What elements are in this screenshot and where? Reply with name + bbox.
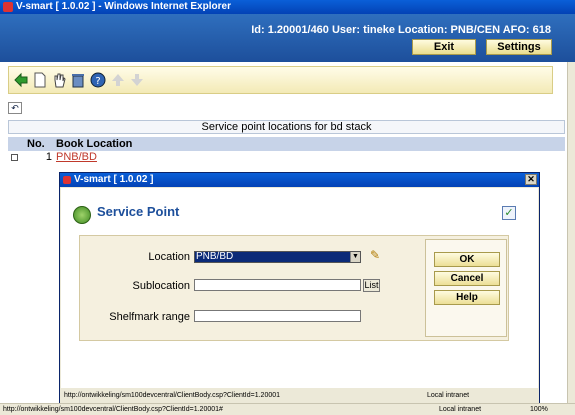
checklist-icon[interactable]: ✓ — [502, 206, 516, 220]
status-url: http://ontwikkeling/sm100devcentral/Clie… — [3, 406, 223, 413]
form-panel: Location PNB/BD ▼ ✎ Sublocation List She… — [79, 235, 509, 341]
browser-statusbar: http://ontwikkeling/sm100devcentral/Clie… — [0, 403, 575, 415]
exit-button[interactable]: Exit — [412, 39, 476, 55]
table-row[interactable]: 1 PNB/BD — [8, 151, 565, 164]
row-number: 1 — [45, 151, 52, 163]
service-point-icon — [73, 206, 91, 224]
undo-icon[interactable]: ↶ — [8, 102, 22, 114]
ok-button[interactable]: OK — [434, 252, 500, 267]
sublocation-input[interactable] — [194, 279, 361, 291]
svg-text:?: ? — [95, 76, 100, 87]
status-zone: Local intranet — [439, 406, 482, 413]
edit-pencil-icon[interactable]: ✎ — [370, 248, 384, 262]
dialog-heading: Service Point — [97, 204, 180, 219]
hand-icon[interactable] — [51, 72, 67, 88]
list-button[interactable]: List — [363, 279, 380, 292]
zoom-level[interactable]: 100% — [530, 404, 548, 415]
session-info: Id: 1.20001/460 User: tineke Location: P… — [251, 24, 551, 36]
chevron-down-icon[interactable]: ▼ — [350, 252, 360, 262]
dialog-title: V-smart [ 1.0.02 ] — [74, 174, 154, 185]
new-document-icon[interactable] — [32, 72, 48, 88]
column-header-location[interactable]: Book Location — [56, 137, 132, 151]
trash-icon[interactable] — [70, 72, 86, 88]
app-icon — [63, 176, 71, 184]
shelfmark-range-input[interactable] — [194, 310, 361, 322]
shelfmark-range-label: Shelfmark range — [109, 311, 190, 323]
location-label: Location — [148, 251, 190, 263]
section-title: Service point locations for bd stack — [8, 120, 565, 134]
window-titlebar: V-smart [ 1.0.02 ] - Windows Internet Ex… — [0, 0, 575, 14]
service-point-dialog: V-smart [ 1.0.02 ] ✕ Service Point ✓ Loc… — [59, 172, 540, 404]
app-icon — [3, 2, 13, 12]
dialog-button-panel: OK Cancel Help — [425, 239, 507, 337]
cancel-button[interactable]: Cancel — [434, 271, 500, 286]
settings-button[interactable]: Settings — [486, 39, 552, 55]
dialog-statusbar: http://ontwikkeling/sm100devcentral/Clie… — [61, 389, 538, 403]
help-button[interactable]: Help — [434, 290, 500, 305]
book-location-link[interactable]: PNB/BD — [56, 151, 97, 164]
row-checkbox[interactable] — [11, 154, 18, 161]
column-header-no[interactable]: No. — [27, 137, 45, 151]
dialog-status-url: http://ontwikkeling/sm100devcentral/Clie… — [64, 392, 281, 399]
arrow-up-icon[interactable] — [110, 72, 126, 88]
vertical-scrollbar[interactable] — [567, 62, 575, 403]
help-icon[interactable]: ? — [90, 72, 106, 88]
toolbar: ? — [8, 66, 553, 94]
table-header: No. Book Location — [8, 137, 565, 151]
location-select[interactable]: PNB/BD ▼ — [194, 251, 361, 263]
dialog-status-zone: Local intranet — [427, 392, 470, 399]
back-arrow-icon[interactable] — [13, 72, 29, 88]
location-select-value: PNB/BD — [196, 251, 234, 262]
close-icon[interactable]: ✕ — [525, 174, 537, 185]
sublocation-label: Sublocation — [132, 280, 191, 292]
dialog-titlebar: V-smart [ 1.0.02 ] ✕ — [60, 173, 539, 187]
arrow-down-icon[interactable] — [129, 72, 145, 88]
window-title: V-smart [ 1.0.02 ] - Windows Internet Ex… — [16, 1, 231, 12]
dialog-body: Service Point ✓ Location PNB/BD ▼ ✎ Subl… — [61, 188, 538, 388]
